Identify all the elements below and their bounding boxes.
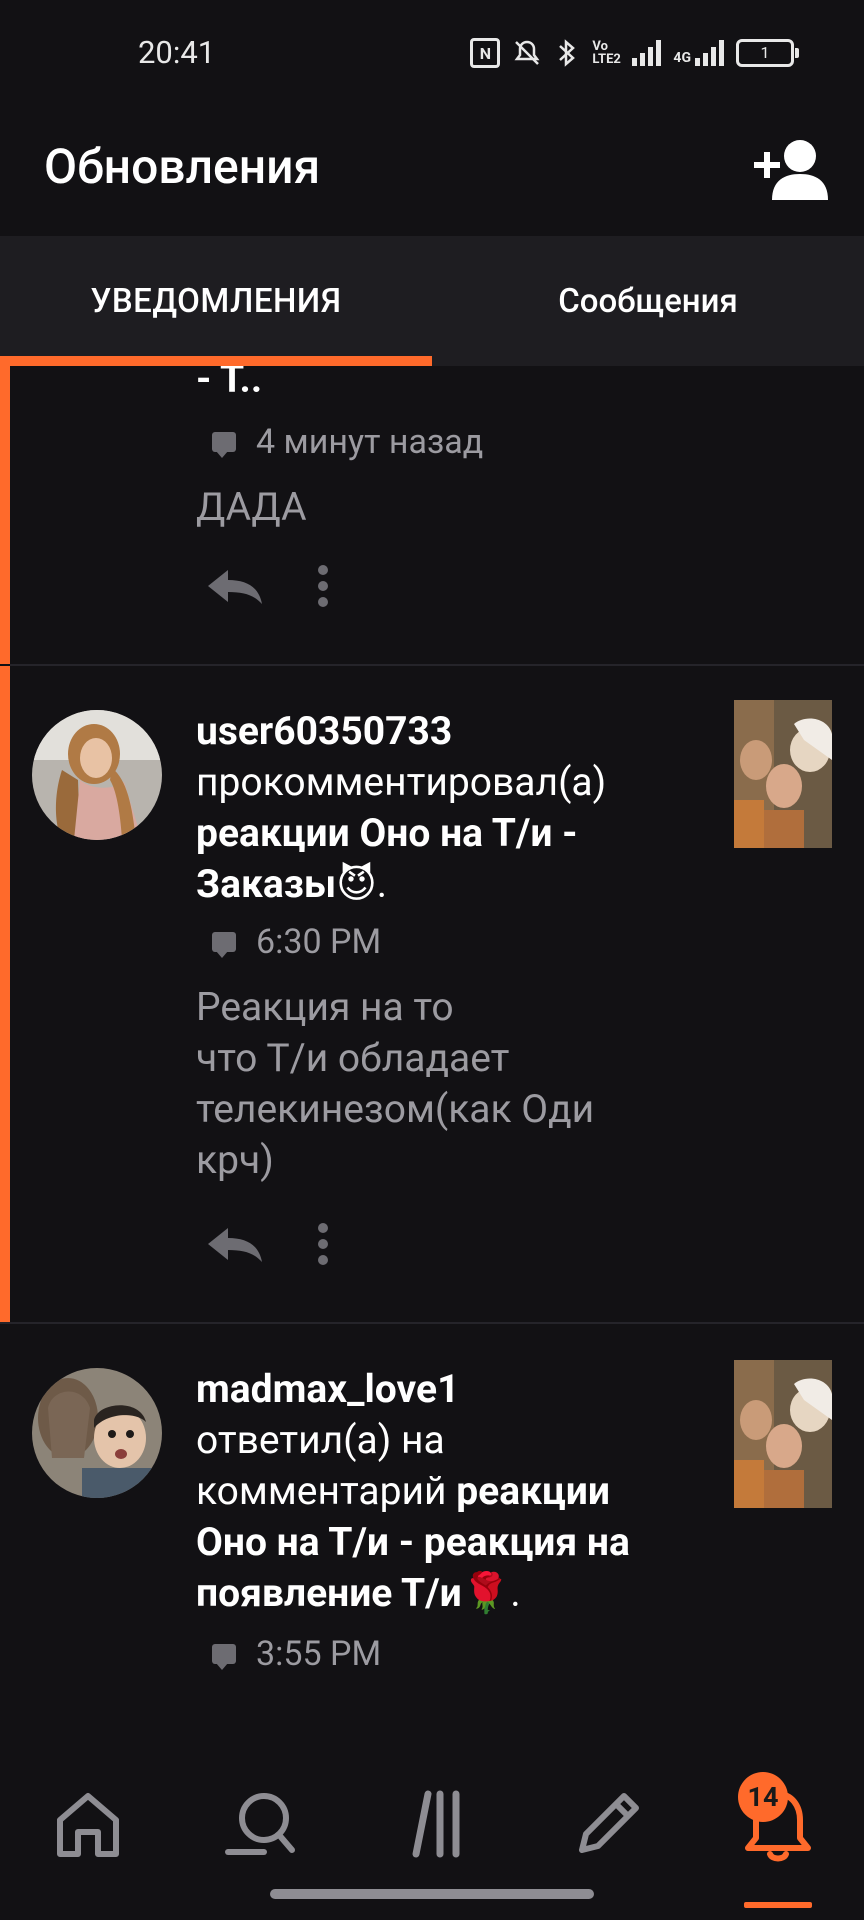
username[interactable]: user60350733	[196, 708, 452, 754]
signal-icon	[632, 40, 662, 66]
mute-icon	[514, 40, 540, 65]
notification-action: прокомментировал(а)	[196, 759, 607, 805]
volte-icon: Vo LTE2	[592, 39, 621, 67]
comment-icon	[212, 1644, 236, 1670]
unread-indicator	[0, 366, 10, 664]
notification-meta: 6:30 PM	[212, 922, 381, 962]
bluetooth-icon	[559, 39, 576, 67]
home-icon[interactable]	[48, 1784, 128, 1864]
comment-icon	[212, 432, 236, 458]
avatar[interactable]	[32, 1368, 162, 1498]
notification-text[interactable]: user60350733 прокомментировал(а) реакции…	[196, 706, 716, 910]
avatar[interactable]	[32, 710, 162, 840]
app-bar: Обновления	[0, 110, 864, 236]
notification-meta: 4 минут назад	[212, 422, 483, 462]
add-friend-icon[interactable]	[750, 130, 834, 214]
library-icon[interactable]	[394, 1784, 474, 1864]
status-time: 20:41	[138, 34, 216, 71]
notification-text[interactable]: madmax_love1 ответил(а) на комментарий р…	[196, 1364, 716, 1619]
tab-indicator	[0, 356, 432, 366]
notifications-feed[interactable]: - Т.. 4 минут назад ДАДА user60350733 пр…	[0, 366, 864, 1710]
tab-messages[interactable]: Сообщения	[432, 236, 864, 366]
notification-time: 4 минут назад	[256, 422, 484, 462]
status-bar: 20:41 N Vo LTE2 4G 1	[0, 0, 864, 110]
page-title: Обновления	[44, 138, 321, 195]
notification-meta: 3:55 PM	[212, 1634, 381, 1674]
write-icon[interactable]	[568, 1784, 648, 1864]
notification-comment: ДАДА	[196, 484, 307, 530]
tab-bar: УВЕДОМЛЕНИЯ Сообщения	[0, 236, 864, 366]
nfc-icon: N	[470, 38, 501, 68]
story-cover-thumbnail[interactable]	[734, 1360, 832, 1508]
notification-badge: 14	[738, 1772, 788, 1822]
username[interactable]: madmax_love1	[196, 1366, 459, 1412]
active-nav-indicator	[744, 1902, 812, 1908]
notification-actions	[204, 1222, 330, 1266]
notification-time: 3:55 PM	[256, 1634, 382, 1674]
reply-icon[interactable]	[204, 566, 266, 606]
home-indicator[interactable]	[270, 1889, 594, 1899]
unread-indicator	[0, 666, 10, 1322]
tab-notifications[interactable]: УВЕДОМЛЕНИЯ	[0, 236, 432, 366]
notification-actions	[204, 564, 330, 608]
notification-comment: Реакция на то что Т/и обладает телекинез…	[196, 984, 595, 1183]
search-icon[interactable]	[222, 1784, 302, 1864]
more-options-icon[interactable]	[316, 564, 330, 608]
notification-title[interactable]: - Т..	[196, 366, 716, 405]
story-cover-thumbnail[interactable]	[734, 700, 832, 848]
battery-icon: 1	[736, 39, 799, 67]
divider	[10, 664, 864, 666]
more-options-icon[interactable]	[316, 1222, 330, 1266]
4g-signal-icon: 4G	[673, 40, 724, 66]
comment-icon	[212, 932, 236, 958]
divider	[0, 1322, 864, 1324]
status-icons: N Vo LTE2 4G 1	[470, 38, 799, 68]
notification-time: 6:30 PM	[256, 922, 382, 962]
reply-icon[interactable]	[204, 1224, 266, 1264]
